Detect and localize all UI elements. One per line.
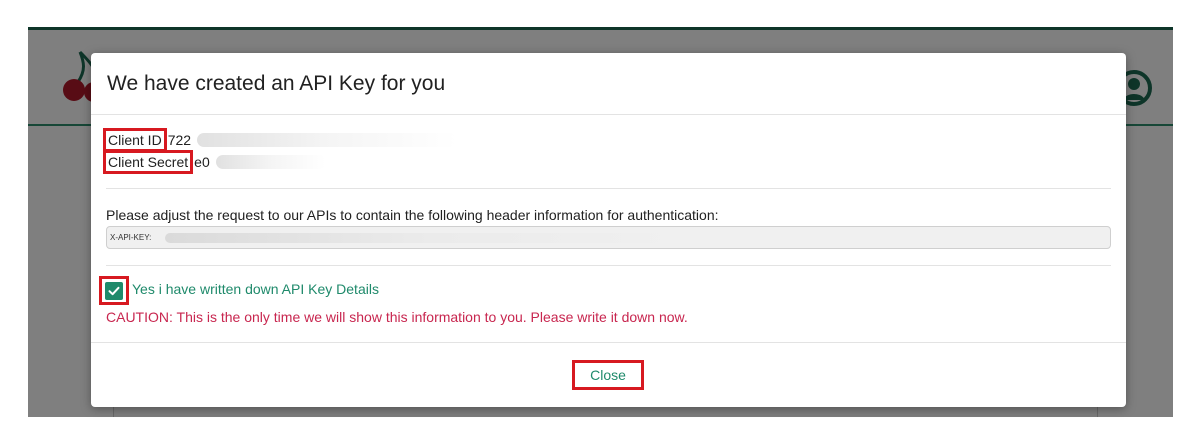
caution-text: CAUTION: This is the only time we will s…	[106, 309, 688, 325]
confirm-checkbox-label[interactable]: Yes i have written down API Key Details	[132, 281, 379, 297]
client-secret-row: Client Secret e0	[102, 150, 326, 174]
dialog-footer: Close	[91, 342, 1126, 407]
client-id-value: 722	[167, 132, 192, 148]
client-secret-label: Client Secret	[102, 150, 194, 174]
client-id-row: Client ID 722	[103, 128, 458, 152]
client-secret-value: e0	[194, 154, 210, 170]
close-button[interactable]: Close	[572, 360, 644, 390]
header-field-redaction	[165, 232, 686, 243]
auth-instruction-text: Please adjust the request to our APIs to…	[106, 207, 719, 223]
divider	[106, 265, 1111, 266]
client-secret-redaction	[215, 155, 326, 169]
confirm-checkbox-highlight[interactable]	[99, 276, 129, 305]
checkmark-icon	[108, 286, 120, 295]
api-key-dialog: We have created an API Key for you Clien…	[91, 53, 1126, 407]
client-id-redaction	[197, 133, 458, 147]
confirm-checkbox[interactable]	[105, 281, 123, 300]
divider	[106, 188, 1111, 189]
dialog-title: We have created an API Key for you	[107, 72, 446, 95]
dialog-header: We have created an API Key for you	[91, 53, 1126, 115]
header-field-label: X-API-KEY:	[110, 233, 152, 242]
client-id-label: Client ID	[103, 128, 167, 152]
api-key-header-field[interactable]: X-API-KEY:	[106, 226, 1111, 249]
